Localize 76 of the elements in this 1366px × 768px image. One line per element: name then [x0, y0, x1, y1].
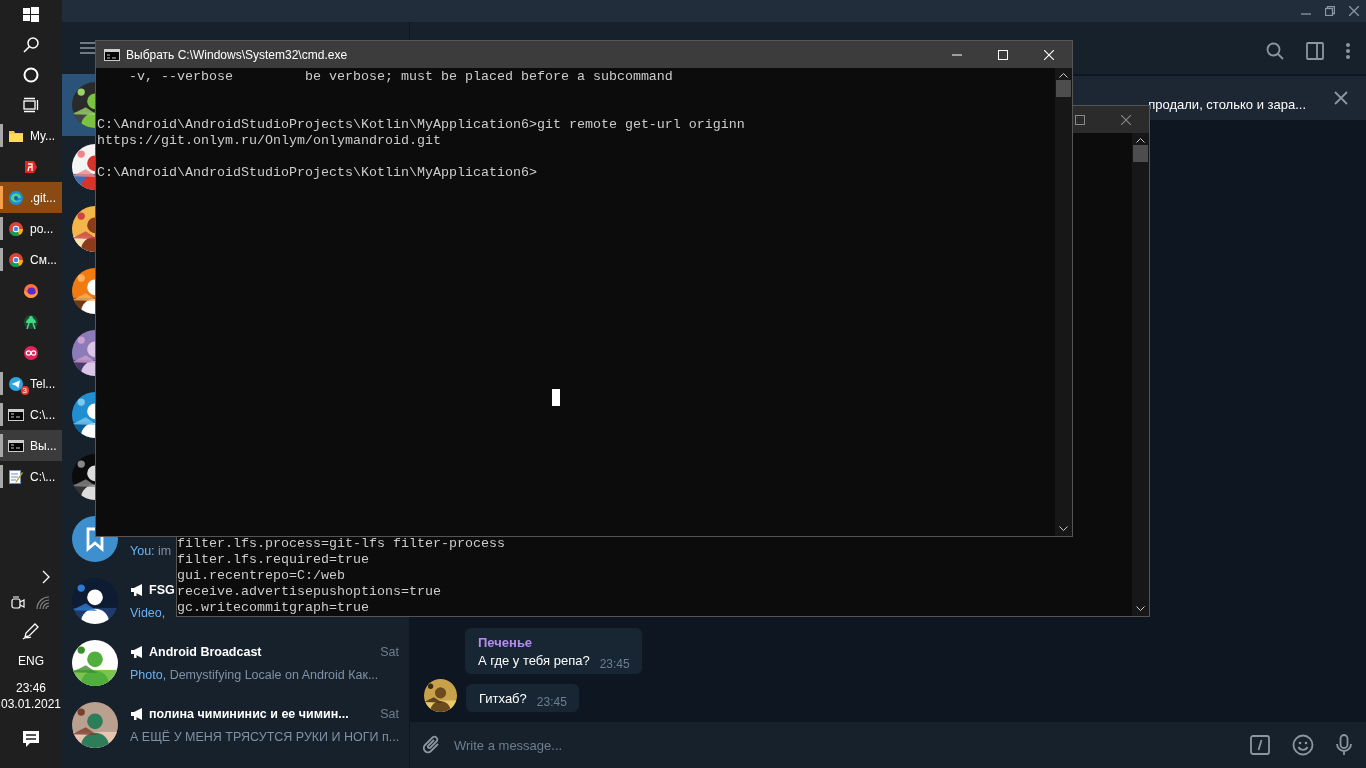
message-time: 23:45 — [599, 657, 630, 671]
windows-icon[interactable] — [23, 7, 39, 23]
taskbar-app[interactable]: .git... — [0, 182, 62, 213]
rings-icon — [23, 344, 39, 361]
menu-icon[interactable] — [80, 41, 96, 55]
android-icon — [23, 313, 39, 330]
scrollbar-thumb[interactable] — [1056, 80, 1071, 97]
search-icon[interactable] — [23, 37, 39, 53]
notepad-icon — [8, 468, 24, 485]
scroll-up-icon[interactable] — [1136, 137, 1145, 143]
scroll-down-icon[interactable] — [1059, 526, 1068, 532]
scrollbar-thumb[interactable] — [1133, 145, 1148, 162]
circle-icon[interactable] — [23, 67, 39, 83]
fox-icon — [23, 282, 39, 299]
console-line: filter.lfs.required=true — [177, 552, 369, 568]
paperclip-icon[interactable] — [422, 735, 442, 755]
language-indicator[interactable]: ENG — [0, 646, 62, 676]
message-time: 23:45 — [536, 695, 567, 709]
yandex-icon — [23, 158, 39, 175]
taskbar-app[interactable]: C:\... — [0, 399, 62, 430]
emoji-icon[interactable] — [1292, 734, 1314, 756]
console-line: receive.advertisepushoptions=true — [177, 584, 441, 600]
chat-preview: Photo, Demystifying Locale on Android Как... — [130, 666, 379, 683]
clock-time: 23:46 — [16, 680, 46, 696]
taskbar-app[interactable]: 3 Tel... — [0, 368, 62, 399]
taskbar-app[interactable]: См... — [0, 244, 62, 275]
task-view-icon[interactable] — [23, 97, 39, 113]
console-line: -v, --verbose be verbose; must be placed before a subcommand — [128, 69, 673, 85]
scroll-down-icon[interactable] — [1136, 606, 1145, 612]
count-badge: 3 — [20, 385, 29, 395]
close-icon[interactable] — [1334, 91, 1348, 105]
message-text: Гитхаб? — [479, 691, 527, 706]
pen-icon[interactable] — [22, 622, 40, 640]
slash-command-icon[interactable] — [1250, 735, 1270, 755]
console-icon — [8, 406, 24, 423]
clock[interactable]: 23:46 03.01.2021 — [0, 680, 62, 712]
console-icon — [104, 48, 120, 61]
microphone-icon[interactable] — [1336, 734, 1352, 756]
telegram-icon — [8, 375, 24, 392]
message-composer[interactable]: Write a message... — [410, 722, 1366, 768]
message-text: А где у тебя репа? — [478, 653, 590, 668]
side-panel-icon[interactable] — [1306, 42, 1324, 60]
chat-time: Sat — [380, 644, 399, 659]
chat-name[interactable]: Android Broadcast — [149, 644, 262, 659]
chrome-icon — [8, 220, 24, 237]
chat-preview: You: im — [130, 542, 172, 559]
console-line: C:\Android\AndroidStudioProjects\Kotlin\MyApplication6> — [97, 165, 537, 181]
taskbar-app[interactable]: Вы... — [0, 430, 62, 461]
chrome-icon — [8, 251, 24, 268]
chat-preview: Video, — [130, 604, 166, 621]
window-title: Выбрать C:\Windows\System32\cmd.exe — [126, 47, 348, 62]
restore-icon[interactable] — [1325, 6, 1335, 16]
chat-name[interactable]: полина чимининис и ее чимин... — [149, 706, 349, 721]
console-line: gui.recentrepo=C:/web — [177, 568, 345, 584]
chat-time: Sat — [380, 706, 399, 721]
console-line: C:\Android\AndroidStudioProjects\Kotlin\MyApplication6>git remote get-url originn — [97, 117, 745, 133]
chat-name[interactable]: FSG — [149, 582, 175, 597]
taskbar-app[interactable]: po... — [0, 213, 62, 244]
notification-icon[interactable] — [22, 730, 40, 748]
wifi-icon[interactable] — [35, 596, 51, 610]
console-line: filter.lfs.process=git-lfs filter-process — [177, 536, 505, 552]
console-line: gc.writecommitgraph=true — [177, 600, 369, 616]
chevron-icon[interactable] — [42, 570, 50, 584]
taskbar-app[interactable]: C:\... — [0, 461, 62, 492]
pinned-message[interactable]: продали, столько и зара... — [1148, 96, 1306, 112]
swirl-icon — [8, 189, 24, 206]
sender-name: Печенье — [478, 635, 534, 650]
close-icon[interactable] — [1349, 6, 1359, 16]
camera-icon[interactable] — [11, 595, 25, 611]
chat-preview: А ЕЩЁ У МЕНЯ ТРЯСУТСЯ РУКИ И НОГИ п... — [130, 728, 400, 745]
more-icon[interactable] — [1346, 42, 1350, 60]
scroll-up-icon[interactable] — [1059, 72, 1068, 78]
clock-date: 03.01.2021 — [0, 696, 62, 712]
taskbar-app[interactable]: My... — [0, 120, 62, 151]
console-line: https://git.onlym.ru/Onlym/onlymandroid.git — [97, 133, 441, 149]
console-icon — [8, 437, 24, 454]
